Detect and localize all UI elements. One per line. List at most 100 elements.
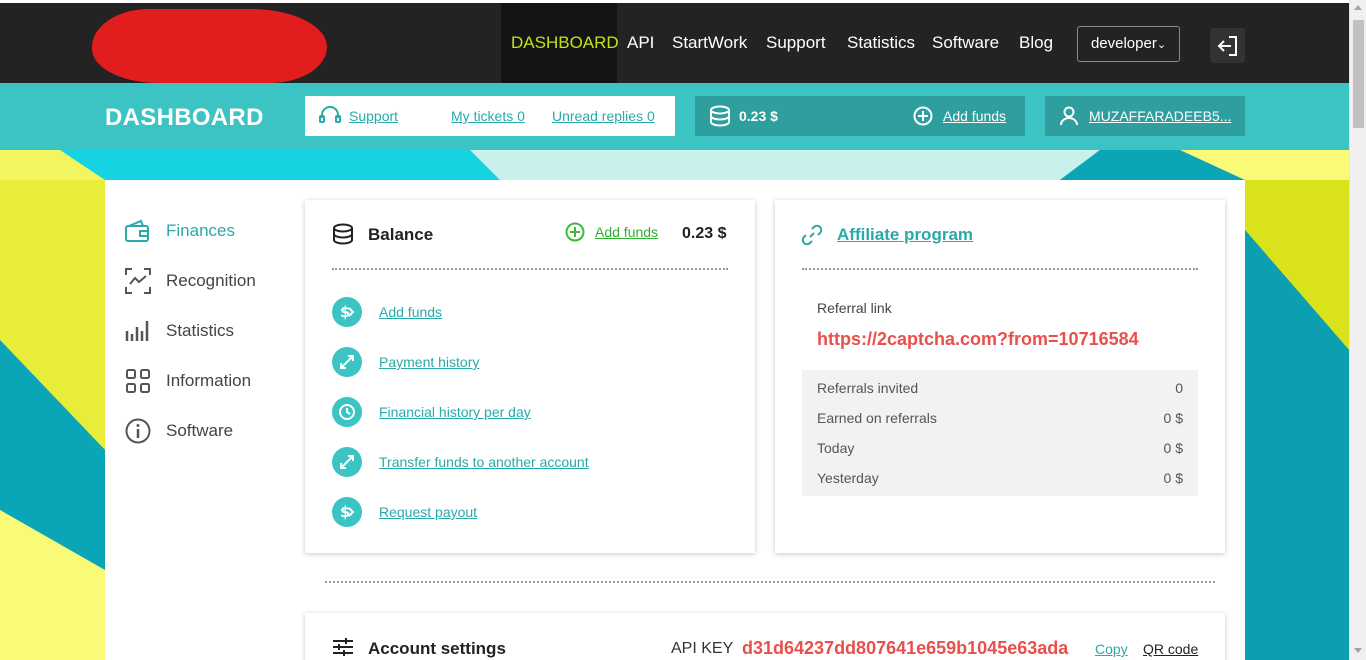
recognition-icon <box>125 268 151 294</box>
add-funds-link[interactable]: Add funds <box>379 304 442 320</box>
sidebar-item-label: Recognition <box>166 271 256 290</box>
qr-code-link[interactable]: QR code <box>1143 641 1198 657</box>
sidebar-item-statistics[interactable]: Statistics <box>125 318 234 344</box>
role-select-value: developer <box>1090 35 1157 52</box>
referral-stats-table: Referrals invited 0 Earned on referrals … <box>802 370 1198 496</box>
section-divider <box>325 581 1215 583</box>
header-balance-box: 0.23 $ Add funds <box>695 96 1025 136</box>
financial-history-link[interactable]: Financial history per day <box>379 404 531 420</box>
stat-value: 0 $ <box>1163 440 1183 456</box>
stat-value: 0 $ <box>1163 410 1183 426</box>
list-item: Payment history <box>332 347 479 377</box>
wallet-icon <box>125 218 151 244</box>
header-balance-amount: 0.23 $ <box>739 108 778 124</box>
nav-api[interactable]: API <box>627 3 654 83</box>
bar-chart-icon <box>125 318 151 344</box>
api-key-label: API KEY <box>671 640 734 657</box>
role-select[interactable]: developer⌄ <box>1077 26 1180 62</box>
table-row: Referrals invited 0 <box>817 380 1183 410</box>
balance-amount: 0.23 $ <box>682 225 727 242</box>
svg-text:$: $ <box>340 303 350 321</box>
account-settings-title: Account settings <box>368 639 506 658</box>
sidebar-item-finances[interactable]: Finances <box>125 218 235 244</box>
list-item: $ Request payout <box>332 497 477 527</box>
svg-text:$: $ <box>340 503 350 521</box>
sidebar-item-label: Information <box>166 371 252 390</box>
support-box: Support My tickets 0 Unread replies 0 <box>305 96 675 136</box>
transfer-icon <box>332 347 362 377</box>
history-icon <box>332 397 362 427</box>
headset-icon <box>319 106 341 123</box>
nav-startwork[interactable]: StartWork <box>672 3 747 83</box>
list-item: $ Add funds <box>332 297 442 327</box>
table-row: Earned on referrals 0 $ <box>817 410 1183 440</box>
copy-api-key-link[interactable]: Copy <box>1095 641 1128 657</box>
balance-title: Balance <box>368 225 434 244</box>
logo-redacted <box>92 9 327 83</box>
unread-replies-link[interactable]: Unread replies 0 <box>552 108 655 124</box>
coins-icon <box>710 105 730 127</box>
nav-dashboard[interactable]: DASHBOARD <box>501 3 619 83</box>
link-icon <box>801 224 823 246</box>
nav-blog[interactable]: Blog <box>1019 3 1053 83</box>
page-title: DASHBOARD <box>105 104 264 131</box>
username-link[interactable]: MUZAFFARADEEB5... <box>1089 108 1231 124</box>
scroll-down-arrow-icon[interactable] <box>1354 648 1362 653</box>
stat-label: Referrals invited <box>817 380 919 396</box>
payment-history-link[interactable]: Payment history <box>379 354 479 370</box>
affiliate-panel: Affiliate program Referral link https://… <box>775 200 1225 553</box>
table-row: Today 0 $ <box>817 440 1183 470</box>
table-row: Yesterday 0 $ <box>817 470 1183 500</box>
transfer-funds-link[interactable]: Transfer funds to another account <box>379 454 589 470</box>
referral-link-value[interactable]: https://2captcha.com?from=10716584 <box>817 329 1139 350</box>
stat-value: 0 <box>1175 380 1183 396</box>
stat-value: 0 $ <box>1163 470 1183 486</box>
scroll-thumb[interactable] <box>1353 20 1364 128</box>
stat-label: Today <box>817 440 855 456</box>
sidebar-item-software[interactable]: Software <box>125 418 233 444</box>
dollar-icon: $ <box>332 297 362 327</box>
info-icon <box>125 418 151 444</box>
request-payout-link[interactable]: Request payout <box>379 504 477 520</box>
dollar-icon: $ <box>332 497 362 527</box>
sidebar-item-label: Software <box>166 421 234 440</box>
user-account-box[interactable]: MUZAFFARADEEB5... <box>1045 96 1245 136</box>
logout-button[interactable] <box>1210 28 1245 63</box>
divider <box>332 268 728 270</box>
balance-add-funds-link[interactable]: Add funds <box>595 224 658 240</box>
api-key-value[interactable]: d31d64237dd807641e659b1045e63ada <box>742 638 1068 659</box>
dashboard-header: DASHBOARD Support My tickets 0 Unread re… <box>0 83 1349 150</box>
nav-statistics[interactable]: Statistics <box>847 3 915 83</box>
affiliate-program-link[interactable]: Affiliate program <box>837 225 973 245</box>
sidebar-item-label: Statistics <box>166 321 235 340</box>
sidebar-item-recognition[interactable]: Recognition <box>125 268 256 294</box>
account-settings-panel: Account settings API KEY d31d64237dd8076… <box>305 613 1225 660</box>
scroll-up-arrow-icon[interactable] <box>1354 5 1362 10</box>
referral-link-label: Referral link <box>817 300 892 316</box>
header-add-funds-link[interactable]: Add funds <box>943 108 1006 124</box>
settings-sliders-icon <box>333 638 353 656</box>
balance-panel: Balance Add funds 0.23 $ $ Add funds Pay… <box>305 200 755 553</box>
sidebar-item-label: Finances <box>166 221 235 240</box>
chevron-down-icon: ⌄ <box>1156 39 1167 51</box>
user-icon <box>1060 106 1078 126</box>
coins-icon <box>333 223 353 245</box>
list-item: Transfer funds to another account <box>332 447 589 477</box>
list-item: Financial history per day <box>332 397 531 427</box>
grid-icon <box>125 368 151 394</box>
stat-label: Earned on referrals <box>817 410 937 426</box>
logout-icon <box>1217 35 1237 56</box>
nav-support[interactable]: Support <box>766 3 826 83</box>
vertical-scrollbar[interactable] <box>1349 0 1366 660</box>
plus-circle-icon[interactable] <box>565 222 585 242</box>
nav-software[interactable]: Software <box>932 3 999 83</box>
sidebar-item-information[interactable]: Information <box>125 368 251 394</box>
support-link[interactable]: Support <box>349 108 398 124</box>
stat-label: Yesterday <box>817 470 879 486</box>
my-tickets-link[interactable]: My tickets 0 <box>451 108 525 124</box>
divider <box>802 268 1198 270</box>
plus-circle-icon[interactable] <box>913 106 933 126</box>
main-content-card: Finances Recognition Statistics Informat… <box>105 180 1245 660</box>
top-navigation: DASHBOARD API StartWork Support Statisti… <box>0 0 1349 83</box>
transfer-icon <box>332 447 362 477</box>
